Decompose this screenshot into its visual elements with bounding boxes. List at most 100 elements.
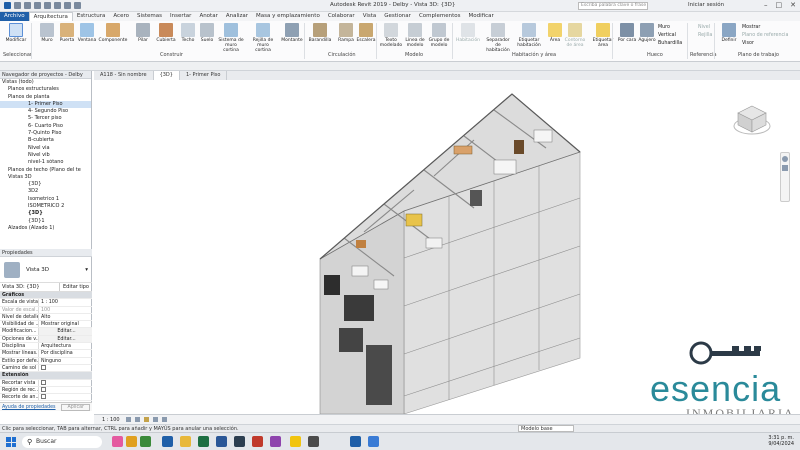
app-icon-2[interactable] [126, 436, 137, 447]
room-button[interactable]: Habitación [455, 23, 481, 43]
tab-acero[interactable]: Acero [109, 12, 133, 21]
level-button[interactable]: Nivel [698, 24, 712, 32]
app-icon-1[interactable] [112, 436, 123, 447]
model-selector[interactable]: Modelo base [518, 425, 574, 432]
view-tab-active[interactable]: {3D} [153, 71, 180, 80]
tree-item[interactable]: Alzados (Alzado 1) [0, 225, 91, 232]
tab-masa[interactable]: Masa y emplazamiento [252, 12, 324, 21]
window-button[interactable]: Ventana [74, 23, 100, 43]
app-icon-7[interactable] [308, 436, 319, 447]
tab-gestionar[interactable]: Gestionar [380, 12, 415, 21]
tree-item[interactable]: 3D2 [0, 188, 91, 195]
tree-item[interactable]: {3D} [0, 210, 91, 217]
view-scale[interactable]: 1 : 100 [102, 417, 120, 423]
revit-icon[interactable] [350, 436, 361, 447]
system-tray[interactable]: 3:31 p. m. 9/04/2024 [768, 435, 794, 447]
maximize-icon[interactable]: □ [776, 1, 783, 9]
view-tab[interactable]: 1- Primer Piso [180, 71, 228, 80]
visual-style-icon[interactable] [135, 417, 140, 422]
area-boundary-button[interactable]: Contorno de área [562, 23, 588, 48]
checkbox[interactable] [41, 364, 46, 370]
excel-icon[interactable] [198, 436, 209, 447]
property-row[interactable]: Nivel de detalle Alto [0, 313, 92, 322]
property-row[interactable]: Recortar vista [0, 379, 92, 387]
tree-item[interactable]: Planos estructurales [0, 86, 91, 93]
print-icon[interactable] [54, 2, 61, 9]
tree-item[interactable]: nivel-1 sótano [0, 159, 91, 166]
set-workplane-button[interactable]: Definir [716, 23, 742, 43]
property-row[interactable]: Modificacion... Editar... [0, 328, 92, 336]
property-row[interactable]: Visibilidad de ... Mostrar original [0, 321, 92, 329]
property-row[interactable]: Recorte de an... [0, 394, 92, 402]
view-selector[interactable]: Vista 3D: {3D} [0, 283, 59, 291]
save-icon[interactable] [24, 2, 31, 9]
tree-item[interactable]: 6- Cuarto Piso [0, 123, 91, 130]
tab-analizar[interactable]: Analizar [222, 12, 252, 21]
search-input[interactable]: Escriba palabra clave o frase [578, 2, 648, 10]
quick-access-toolbar[interactable] [4, 2, 81, 9]
app-icon-5[interactable] [270, 436, 281, 447]
group-graphics[interactable]: Gráficos [0, 292, 92, 300]
curtain-system-button[interactable]: Sistema de muro cortina [218, 23, 244, 53]
tab-sistemas[interactable]: Sistemas [133, 12, 166, 21]
file-explorer-icon[interactable] [180, 436, 191, 447]
panel-seleccionar[interactable]: Seleccionar [3, 52, 32, 58]
crop-view-icon[interactable] [162, 417, 167, 422]
tree-item[interactable]: B-cubierta [0, 137, 91, 144]
pdf-icon[interactable] [252, 436, 263, 447]
property-row[interactable]: Camino de sol [0, 364, 92, 373]
show-workplane-button[interactable]: Mostrar [742, 24, 788, 32]
property-row[interactable]: Mostrar líneas... Por disciplina [0, 350, 92, 358]
ref-plane-button[interactable]: Plano de referencia [742, 32, 788, 40]
properties-help-link[interactable]: Ayuda de propiedades [2, 405, 56, 410]
checkbox[interactable] [41, 394, 46, 400]
group-extension[interactable]: Extensión [0, 372, 92, 380]
tab-modificar[interactable]: Modificar [465, 12, 498, 21]
modify-button[interactable]: Modificar [3, 23, 29, 43]
app-icon[interactable] [4, 2, 11, 9]
tab-estructura[interactable]: Estructura [73, 12, 110, 21]
tab-complementos[interactable]: Complementos [415, 12, 465, 21]
tab-insertar[interactable]: Insertar [166, 12, 195, 21]
tree-item[interactable]: 5- Tercer piso [0, 115, 91, 122]
shadows-icon[interactable] [153, 417, 158, 422]
tree-item[interactable]: {3D}1 [0, 218, 91, 225]
windows-start-icon[interactable] [6, 437, 16, 447]
open-icon[interactable] [14, 2, 21, 9]
edit-type-button[interactable]: Editar tipo [59, 283, 92, 291]
3d-view-icon[interactable] [74, 2, 81, 9]
model-group-button[interactable]: Grupo de modelo [426, 23, 452, 48]
panel-habitacion-area[interactable]: Habitación y área [512, 52, 556, 58]
view-tab[interactable]: A118 - Sin nombre [94, 71, 154, 80]
steering-wheel-icon[interactable] [782, 156, 788, 162]
viewcube[interactable] [732, 102, 772, 138]
edge-icon[interactable] [162, 436, 173, 447]
app-icon-8[interactable] [368, 436, 379, 447]
tag-room-button[interactable]: Etiquetar habitación [516, 23, 542, 48]
property-row[interactable]: Opciones de v... Editar... [0, 335, 92, 344]
model-line-button[interactable]: Línea de modelo [402, 23, 428, 48]
property-row[interactable]: Escala de vista 1 : 100 [0, 299, 92, 307]
measure-icon[interactable] [64, 2, 71, 9]
railing-button[interactable]: Barandilla [307, 23, 333, 43]
tree-item[interactable]: ISOMETRICO 2 [0, 203, 91, 210]
tree-item[interactable]: 7-Quinto Piso [0, 130, 91, 137]
tree-item[interactable]: Nivel via [0, 145, 91, 152]
shaft-button[interactable]: Agujero [634, 23, 660, 43]
sun-path-icon[interactable] [144, 417, 149, 422]
word-icon[interactable] [216, 436, 227, 447]
minimize-icon[interactable]: – [764, 1, 768, 9]
tab-archivo[interactable]: Archivo [0, 12, 29, 21]
tab-colaborar[interactable]: Colaborar [324, 12, 359, 21]
redo-icon[interactable] [44, 2, 51, 9]
tree-item[interactable]: Nivel vib [0, 152, 91, 159]
tab-arquitectura[interactable]: Arquitectura [28, 12, 73, 21]
tab-anotar[interactable]: Anotar [195, 12, 221, 21]
curtain-grid-button[interactable]: Rejilla de muro cortina [250, 23, 276, 53]
model-text-button[interactable]: Texto modelado [378, 23, 404, 48]
mullion-button[interactable]: Montante [279, 23, 305, 43]
tree-item[interactable]: Vistas 3D [0, 174, 91, 181]
tab-vista[interactable]: Vista [359, 12, 381, 21]
viewer-button[interactable]: Visor [742, 40, 788, 48]
grid-button[interactable]: Rejilla [698, 32, 712, 40]
